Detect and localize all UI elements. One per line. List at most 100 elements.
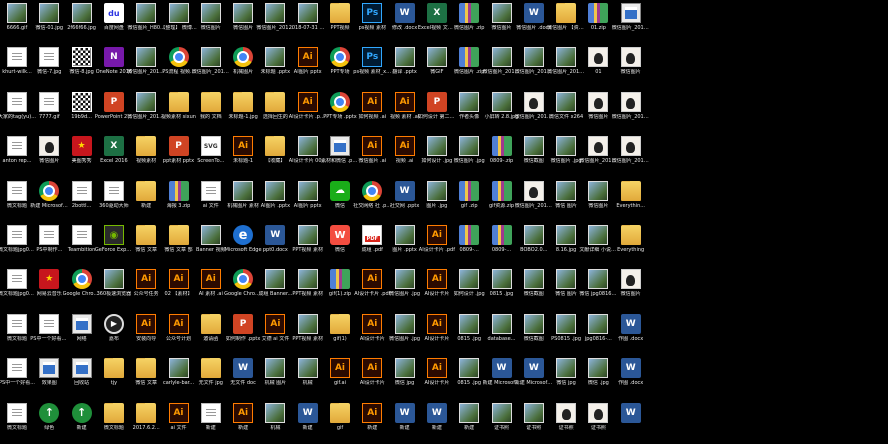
- desktop-item[interactable]: 微信图片 .zip: [454, 44, 484, 88]
- desktop-item[interactable]: 微信 文章 部: [164, 222, 194, 266]
- desktop-item[interactable]: 新建: [131, 178, 161, 222]
- desktop-item[interactable]: 未标题-1.jpg: [228, 89, 258, 133]
- desktop-item[interactable]: AI设计卡片 0004.jpg: [289, 133, 327, 177]
- desktop-item[interactable]: 微信图片 .jpg: [389, 266, 420, 310]
- desktop-item[interactable]: 我的 文档: [196, 89, 226, 133]
- desktop-item[interactable]: 新建: [293, 400, 323, 444]
- desktop-item[interactable]: AI设计卡片 .pptx: [289, 89, 327, 133]
- desktop-item[interactable]: 视频 素材 .ai: [390, 89, 420, 133]
- desktop-item[interactable]: 微信文件 x264: [549, 89, 583, 133]
- desktop-item[interactable]: PPT视频: [325, 0, 355, 44]
- desktop-item[interactable]: 微文标题: [2, 178, 32, 222]
- desktop-item[interactable]: 视频素材 sixun: [161, 89, 196, 133]
- desktop-item[interactable]: ScreenTo...: [196, 133, 226, 177]
- desktop-item[interactable]: 视频素材: [131, 133, 161, 177]
- desktop-item[interactable]: gif(1).zip: [325, 266, 355, 310]
- desktop-item[interactable]: 微信图片 .zip: [454, 0, 484, 44]
- desktop-item[interactable]: 微文标题: [99, 400, 129, 444]
- desktop-item[interactable]: 微信图片: [583, 178, 613, 222]
- desktop-item[interactable]: 微信图片 【资源】 PS): [547, 0, 585, 44]
- desktop-item[interactable]: 0815 .jpg: [454, 355, 484, 399]
- desktop-item[interactable]: 无文件 jpg: [196, 355, 226, 399]
- desktop-item[interactable]: 安装向导: [131, 311, 161, 355]
- desktop-item[interactable]: 邀请函: [196, 311, 226, 355]
- desktop-item[interactable]: 微文标题: [2, 311, 32, 355]
- desktop-item[interactable]: 360极速浏览器: [97, 266, 131, 310]
- desktop-item[interactable]: 微信图片: [616, 44, 646, 88]
- desktop-item[interactable]: gif .zip: [454, 178, 484, 222]
- desktop-item[interactable]: 微信图片_2018...: [515, 89, 553, 133]
- desktop-item[interactable]: 新建: [454, 400, 484, 444]
- desktop-item[interactable]: 2018-07-31 11 目录: [289, 0, 327, 44]
- desktop-item[interactable]: 机械图片: [228, 44, 258, 88]
- desktop-item[interactable]: 回收站: [67, 355, 97, 399]
- desktop-item[interactable]: 微信-01.jpg: [34, 0, 64, 44]
- desktop-item[interactable]: PPT专场 .pptx: [323, 89, 357, 133]
- desktop-item[interactable]: ppt0.docx: [260, 222, 290, 266]
- desktop-item[interactable]: 新建: [422, 400, 452, 444]
- desktop-item[interactable]: 0809-.zip: [487, 133, 517, 177]
- desktop-item[interactable]: 翻译 .pptx: [390, 44, 420, 88]
- desktop-item[interactable]: 社交网 .pptx: [390, 178, 420, 222]
- desktop-item[interactable]: 微信图片: [583, 89, 613, 133]
- desktop-item[interactable]: 公众号计划: [164, 311, 194, 355]
- desktop-item[interactable]: 微信 jpg: [551, 355, 581, 399]
- desktop-item[interactable]: 无文件 doc: [228, 355, 258, 399]
- desktop-item[interactable]: AI图片 pptx: [293, 44, 323, 88]
- desktop-item[interactable]: 如何设计 .jpg: [454, 266, 485, 310]
- desktop-item[interactable]: AI设计卡片 .pdf: [354, 266, 390, 310]
- desktop-item[interactable]: 0815 .jpg: [487, 266, 517, 310]
- desktop-item[interactable]: AI设计卡片: [357, 355, 387, 399]
- desktop-item[interactable]: 绿色: [34, 400, 64, 444]
- desktop-item[interactable]: 新建: [67, 400, 97, 444]
- desktop-item[interactable]: PPT专场: [325, 44, 355, 88]
- desktop-item[interactable]: AI设计卡片: [357, 311, 387, 355]
- desktop-item[interactable]: 微信图片 .ai: [357, 133, 387, 177]
- desktop-item[interactable]: PS中一个好看的...: [30, 311, 68, 355]
- desktop-item[interactable]: 海报 3.zip: [164, 178, 194, 222]
- desktop-item[interactable]: 效果图: [34, 355, 64, 399]
- desktop-item[interactable]: 微信 jpg: [390, 355, 420, 399]
- desktop-item[interactable]: 视频 .ai: [390, 133, 420, 177]
- desktop-item[interactable]: 微信图片 .jpg: [551, 133, 582, 177]
- desktop-item[interactable]: 小屏转 2.8.jpg: [485, 89, 518, 133]
- desktop-item[interactable]: gif资源.zip: [487, 178, 517, 222]
- desktop-item[interactable]: 微信截图: [519, 266, 549, 310]
- desktop-item[interactable]: 如何设计 第二期.pptx: [418, 89, 456, 133]
- desktop-item[interactable]: 图片 .pptx: [390, 222, 420, 266]
- desktop-item[interactable]: 百度网盘: [99, 0, 129, 44]
- desktop-item[interactable]: 02 【素材】: [164, 266, 194, 310]
- desktop-item[interactable]: AI设计卡片: [422, 266, 452, 310]
- desktop-item[interactable]: 2bottl...: [67, 178, 97, 222]
- desktop-item[interactable]: Google Chrome: [63, 266, 101, 310]
- desktop-item[interactable]: Microsoft Edge: [225, 222, 262, 266]
- desktop-item[interactable]: 微文标题: [2, 400, 32, 444]
- desktop-item[interactable]: 0809-...: [487, 222, 517, 266]
- desktop-item[interactable]: PPT视频 素材: [292, 222, 323, 266]
- desktop-item[interactable]: AI图片 .pptx: [260, 178, 290, 222]
- desktop-item[interactable]: 文献详细 小说.x264: [579, 222, 617, 266]
- desktop-item[interactable]: 微信截图: [519, 311, 549, 355]
- desktop-item[interactable]: 0809-...: [454, 222, 484, 266]
- desktop-item[interactable]: 微文标题jpg0815-...: [0, 222, 36, 266]
- desktop-item[interactable]: gif.ai: [325, 355, 355, 399]
- desktop-item[interactable]: anton rep...: [2, 133, 32, 177]
- desktop-item[interactable]: Everything: [616, 222, 646, 266]
- desktop-item[interactable]: PS0815 .jpg: [551, 311, 581, 355]
- desktop-item[interactable]: OneNote 2016: [96, 44, 132, 88]
- desktop-item[interactable]: 新建 Microsoft...: [515, 355, 553, 399]
- desktop-item[interactable]: 微信: [325, 222, 355, 266]
- desktop-item[interactable]: 未标题-1: [228, 133, 258, 177]
- desktop-item[interactable]: 新建: [228, 400, 258, 444]
- desktop-item[interactable]: 新建 Microsoft...: [30, 178, 68, 222]
- desktop-item[interactable]: 微信图片_2018...: [515, 44, 553, 88]
- desktop-item[interactable]: 微信 jpg0816-...: [579, 266, 617, 310]
- desktop-item[interactable]: 新建: [196, 400, 226, 444]
- desktop-item[interactable]: 微信图片_2018...: [612, 133, 650, 177]
- desktop-item[interactable]: Excel 2016: [99, 133, 129, 177]
- desktop-item[interactable]: database...: [487, 311, 517, 355]
- desktop-item[interactable]: ai 文件: [196, 178, 226, 222]
- desktop-item[interactable]: 网络: [67, 311, 97, 355]
- desktop-item[interactable]: gif(1): [325, 311, 355, 355]
- desktop-item[interactable]: 机械: [260, 400, 290, 444]
